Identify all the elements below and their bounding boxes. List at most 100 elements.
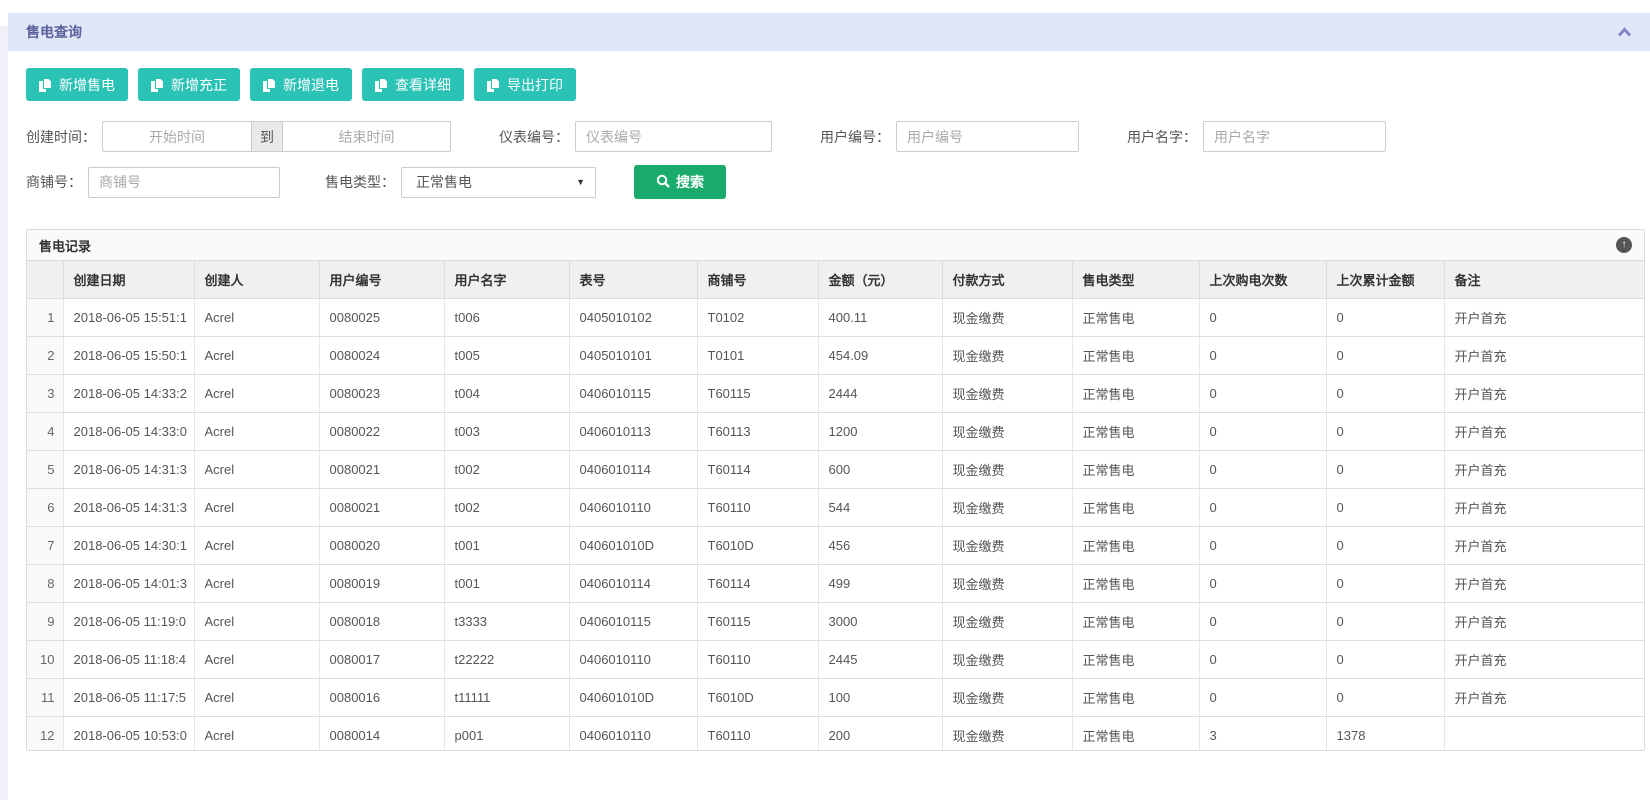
table-cell: Acrel <box>194 451 319 489</box>
sale-type-value: 正常售电 <box>416 172 472 192</box>
table-cell: 2018-06-05 15:50:1 <box>63 337 194 375</box>
table-cell: t11111 <box>444 679 569 717</box>
table-cell: 4 <box>27 413 63 451</box>
table-cell: 544 <box>818 489 942 527</box>
table-cell: 2 <box>27 337 63 375</box>
to-label: 到 <box>252 121 283 152</box>
table-cell: 正常售电 <box>1072 413 1199 451</box>
left-gutter <box>0 26 8 800</box>
add-recharge-button[interactable]: 新增充正 <box>138 68 240 101</box>
button-label: 新增充正 <box>171 75 227 95</box>
table-cell: 正常售电 <box>1072 565 1199 603</box>
caret-down-icon: ▼ <box>576 177 585 187</box>
meter-no-filter: 仪表编号： <box>499 121 772 152</box>
table-cell: Acrel <box>194 565 319 603</box>
table-cell: 正常售电 <box>1072 299 1199 337</box>
table-row[interactable]: 42018-06-05 14:33:0Acrel0080022t00304060… <box>27 413 1644 451</box>
collapse-up-circle-icon[interactable]: ↑ <box>1616 237 1632 253</box>
column-header: 付款方式 <box>942 261 1072 299</box>
table-cell: 0080025 <box>319 299 444 337</box>
end-time-input[interactable] <box>283 121 451 152</box>
column-header: 上次购电次数 <box>1199 261 1326 299</box>
view-detail-button[interactable]: 查看详细 <box>362 68 464 101</box>
table-cell: 0080017 <box>319 641 444 679</box>
table-row[interactable]: 22018-06-05 15:50:1Acrel0080024t00504050… <box>27 337 1644 375</box>
create-time-filter: 创建时间： 到 <box>26 121 451 152</box>
table-cell: 0080020 <box>319 527 444 565</box>
table-row[interactable]: 62018-06-05 14:31:3Acrel0080021t00204060… <box>27 489 1644 527</box>
column-header: 备注 <box>1444 261 1644 299</box>
export-print-button[interactable]: 导出打印 <box>474 68 576 101</box>
search-button[interactable]: 搜索 <box>634 165 726 199</box>
table-cell: 开户首充 <box>1444 565 1644 603</box>
table-cell: 正常售电 <box>1072 527 1199 565</box>
table-cell: 0 <box>1199 565 1326 603</box>
table-cell: 0 <box>1326 527 1444 565</box>
table-cell: 2018-06-05 11:17:5 <box>63 679 194 717</box>
records-table-head: 创建日期创建人用户编号用户名字表号商铺号金额（元）付款方式售电类型上次购电次数上… <box>27 261 1644 299</box>
table-cell: T0101 <box>697 337 818 375</box>
table-cell: 0 <box>1199 375 1326 413</box>
table-cell: 开户首充 <box>1444 603 1644 641</box>
table-cell: t001 <box>444 527 569 565</box>
table-cell: 0406010110 <box>569 489 697 527</box>
table-cell: t002 <box>444 489 569 527</box>
table-cell: T60115 <box>697 375 818 413</box>
table-cell: 正常售电 <box>1072 451 1199 489</box>
shop-no-input[interactable] <box>88 167 280 198</box>
table-cell: 0 <box>1326 337 1444 375</box>
add-sale-button[interactable]: 新增售电 <box>26 68 128 101</box>
toolbar: 新增售电 新增充正 新增退电 查看详细 导出打印 <box>26 68 1650 101</box>
table-cell: 5 <box>27 451 63 489</box>
shop-no-label: 商铺号： <box>26 172 82 192</box>
column-header: 用户名字 <box>444 261 569 299</box>
search-icon <box>656 174 670 191</box>
chevron-up-icon[interactable] <box>1617 27 1632 37</box>
table-row[interactable]: 12018-06-05 15:51:1Acrel0080025t00604050… <box>27 299 1644 337</box>
start-time-input[interactable] <box>102 121 252 152</box>
table-cell: 现金缴费 <box>942 565 1072 603</box>
user-name-input[interactable] <box>1203 121 1386 152</box>
table-cell: 040601010D <box>569 679 697 717</box>
table-cell <box>1444 717 1644 751</box>
table-cell: 454.09 <box>818 337 942 375</box>
table-cell: 开户首充 <box>1444 413 1644 451</box>
table-cell: 0 <box>1326 375 1444 413</box>
table-cell: 11 <box>27 679 63 717</box>
table-cell: 0080022 <box>319 413 444 451</box>
table-cell: 0 <box>1326 565 1444 603</box>
column-header: 上次累计金额 <box>1326 261 1444 299</box>
table-cell: 0 <box>1199 489 1326 527</box>
table-row[interactable]: 102018-06-05 11:18:4Acrel0080017t2222204… <box>27 641 1644 679</box>
table-row[interactable]: 112018-06-05 11:17:5Acrel0080016t1111104… <box>27 679 1644 717</box>
table-cell: 0 <box>1199 413 1326 451</box>
column-header: 金额（元） <box>818 261 942 299</box>
table-cell: 0080021 <box>319 451 444 489</box>
table-row[interactable]: 82018-06-05 14:01:3Acrel0080019t00104060… <box>27 565 1644 603</box>
table-row[interactable]: 92018-06-05 11:19:0Acrel0080018t33330406… <box>27 603 1644 641</box>
user-no-input[interactable] <box>896 121 1079 152</box>
add-refund-button[interactable]: 新增退电 <box>250 68 352 101</box>
table-row[interactable]: 72018-06-05 14:30:1Acrel0080020t00104060… <box>27 527 1644 565</box>
table-cell: 0080016 <box>319 679 444 717</box>
table-row[interactable]: 52018-06-05 14:31:3Acrel0080021t00204060… <box>27 451 1644 489</box>
table-cell: 2018-06-05 14:31:3 <box>63 451 194 489</box>
table-body: 12018-06-05 15:51:1Acrel0080025t00604050… <box>27 299 1644 751</box>
table-cell: 456 <box>818 527 942 565</box>
table-cell: 3 <box>27 375 63 413</box>
table-cell: 正常售电 <box>1072 375 1199 413</box>
records-table-wrap: 创建日期创建人用户编号用户名字表号商铺号金额（元）付款方式售电类型上次购电次数上… <box>27 261 1644 750</box>
table-row[interactable]: 122018-06-05 10:53:0Acrel0080014p0010406… <box>27 717 1644 751</box>
table-cell: 0080023 <box>319 375 444 413</box>
table-cell: 7 <box>27 527 63 565</box>
table-cell: 0406010113 <box>569 413 697 451</box>
table-cell: 3000 <box>818 603 942 641</box>
table-cell: 1 <box>27 299 63 337</box>
table-row[interactable]: 32018-06-05 14:33:2Acrel0080023t00404060… <box>27 375 1644 413</box>
meter-no-input[interactable] <box>575 121 772 152</box>
sale-type-select[interactable]: 正常售电 ▼ <box>401 167 596 198</box>
records-panel: 售电记录 ↑ 创建日期创建人用户编号用户名字表号商铺号金额（元）付款方式售电类型… <box>26 229 1645 751</box>
table-cell: t003 <box>444 413 569 451</box>
table-cell: 2018-06-05 14:33:2 <box>63 375 194 413</box>
table-cell: t3333 <box>444 603 569 641</box>
